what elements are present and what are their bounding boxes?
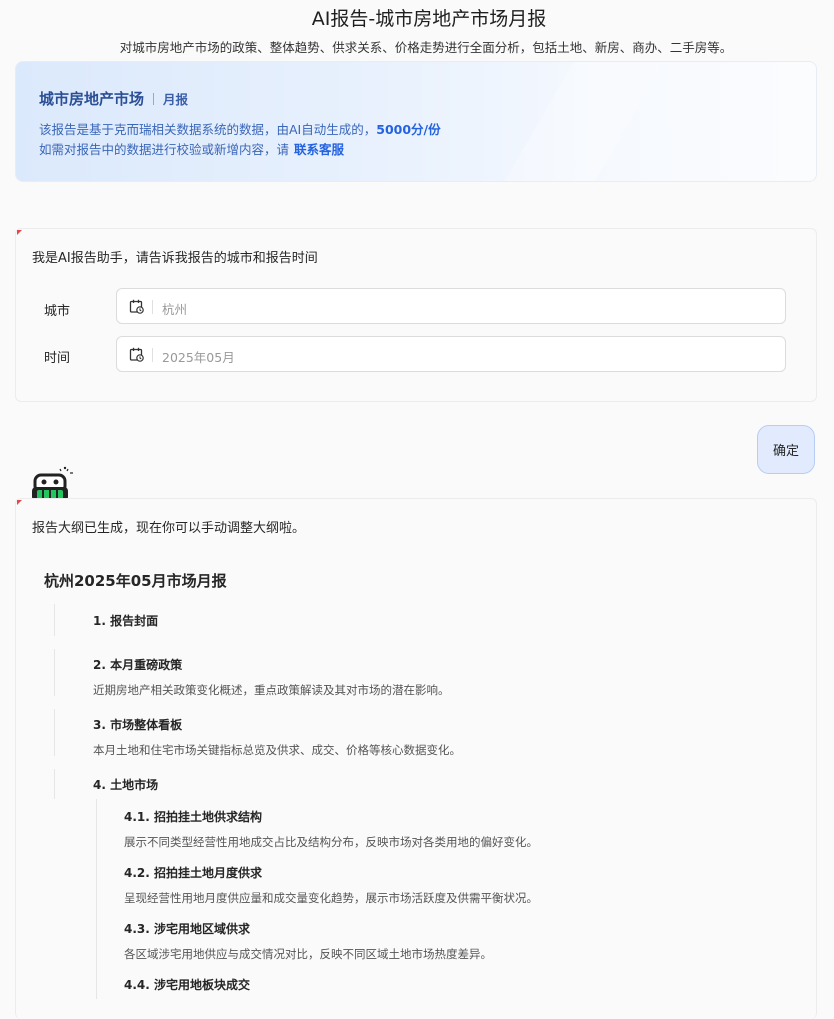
outline-guide-line bbox=[96, 799, 97, 999]
outline-title[interactable]: 杭州2025年05月市场月报 bbox=[44, 570, 227, 591]
outline-guide-line bbox=[54, 709, 55, 756]
outline-section-heading: 4. 土地市场 bbox=[93, 778, 159, 792]
outline-section-description: 近期房地产相关政策变化概述，重点政策解读及其对市场的潜在影响。 bbox=[93, 683, 450, 697]
outline-subsection-description: 展示不同类型经营性用地成交占比及结构分布，反映市场对各类用地的偏好变化。 bbox=[124, 835, 538, 849]
outline-subsection-description: 呈现经营性用地月度供应量和成交量变化趋势，展示市场活跃度及供需平衡状况。 bbox=[124, 891, 538, 905]
card-corner-marker bbox=[17, 230, 22, 235]
banner-divider bbox=[153, 92, 155, 105]
outline-section[interactable]: 2. 本月重磅政策 近期房地产相关政策变化概述，重点政策解读及其对市场的潜在影响… bbox=[93, 656, 450, 698]
outline-section-heading: 1. 报告封面 bbox=[93, 614, 159, 628]
report-params-card: 我是AI报告助手，请告诉我报告的城市和报告时间 城市 杭州 时间 2025年05… bbox=[15, 228, 817, 402]
page-title: AI报告-城市房地产市场月报 bbox=[311, 8, 547, 30]
confirm-button[interactable]: 确定 bbox=[757, 425, 815, 474]
city-value: 杭州 bbox=[162, 302, 188, 317]
card-corner-marker bbox=[17, 500, 22, 505]
city-field[interactable]: 杭州 bbox=[116, 288, 786, 324]
outline-subsection-heading: 4.2. 招拍挂土地月度供求 bbox=[124, 866, 262, 880]
banner-description-text: 该报告是基于克而瑞相关数据系统的数据，由AI自动生成的， bbox=[39, 122, 377, 137]
field-divider bbox=[152, 300, 153, 314]
outline-subsection[interactable]: 4.1. 招拍挂土地供求结构 展示不同类型经营性用地成交占比及结构分布，反映市场… bbox=[124, 808, 538, 850]
page-subtitle: 对城市房地产市场的政策、整体趋势、供求关系、价格走势进行全面分析，包括土地、新房… bbox=[119, 40, 733, 55]
outline-guide-line bbox=[54, 769, 55, 799]
outline-subsection-heading: 4.1. 招拍挂土地供求结构 bbox=[124, 810, 262, 824]
outline-section-heading: 2. 本月重磅政策 bbox=[93, 658, 183, 672]
banner-tag: 月报 bbox=[163, 92, 189, 107]
outline-section-heading: 3. 市场整体看板 bbox=[93, 718, 183, 732]
calendar-icon bbox=[129, 299, 144, 314]
time-label: 时间 bbox=[44, 351, 71, 366]
time-field[interactable]: 2025年05月 bbox=[116, 336, 786, 372]
outline-subsection[interactable]: 4.3. 涉宅用地区域供求 各区域涉宅用地供应与成交情况对比，反映不同区域土地市… bbox=[124, 920, 492, 962]
banner-title: 城市房地产市场 bbox=[39, 90, 145, 108]
outline-card: 报告大纲已生成，现在你可以手动调整大纲啦。 杭州2025年05月市场月报 1. … bbox=[15, 498, 817, 1019]
outline-section[interactable]: 4. 土地市场 bbox=[93, 776, 158, 793]
time-value: 2025年05月 bbox=[162, 350, 235, 365]
outline-guide-line bbox=[54, 649, 55, 696]
assistant-prompt: 我是AI报告助手，请告诉我报告的城市和报告时间 bbox=[32, 251, 318, 266]
report-banner: 城市房地产市场 月报 该报告是基于克而瑞相关数据系统的数据，由AI自动生成的，5… bbox=[15, 61, 817, 182]
outline-subsection-heading: 4.4. 涉宅用地板块成交 bbox=[124, 978, 250, 992]
outline-section[interactable]: 1. 报告封面 bbox=[93, 612, 158, 629]
contact-support-link[interactable]: 联系客服 bbox=[294, 142, 344, 157]
banner-description: 该报告是基于克而瑞相关数据系统的数据，由AI自动生成的，5000分/份 bbox=[39, 119, 441, 138]
outline-guide-line bbox=[54, 604, 55, 636]
field-divider bbox=[152, 348, 153, 362]
banner-price: 5000分/份 bbox=[376, 122, 441, 137]
banner-header: 城市房地产市场 月报 bbox=[39, 88, 188, 109]
outline-section[interactable]: 3. 市场整体看板 本月土地和住宅市场关键指标总览及供求、成交、价格等核心数据变… bbox=[93, 716, 461, 758]
calendar-icon bbox=[129, 347, 144, 362]
outline-subsection-description: 各区域涉宅用地供应与成交情况对比，反映不同区域土地市场热度差异。 bbox=[124, 947, 492, 961]
outline-subsection[interactable]: 4.2. 招拍挂土地月度供求 呈现经营性用地月度供应量和成交量变化趋势，展示市场… bbox=[124, 864, 538, 906]
banner-contact-line: 如需对报告中的数据进行校验或新增内容，请 联系客服 bbox=[39, 139, 344, 158]
city-label: 城市 bbox=[44, 304, 71, 319]
banner-contact-text: 如需对报告中的数据进行校验或新增内容，请 bbox=[39, 142, 290, 157]
outline-section-description: 本月土地和住宅市场关键指标总览及供求、成交、价格等核心数据变化。 bbox=[93, 743, 461, 757]
outline-subsection[interactable]: 4.4. 涉宅用地板块成交 bbox=[124, 976, 250, 993]
outline-note: 报告大纲已生成，现在你可以手动调整大纲啦。 bbox=[32, 521, 306, 536]
outline-subsection-heading: 4.3. 涉宅用地区域供求 bbox=[124, 922, 250, 936]
